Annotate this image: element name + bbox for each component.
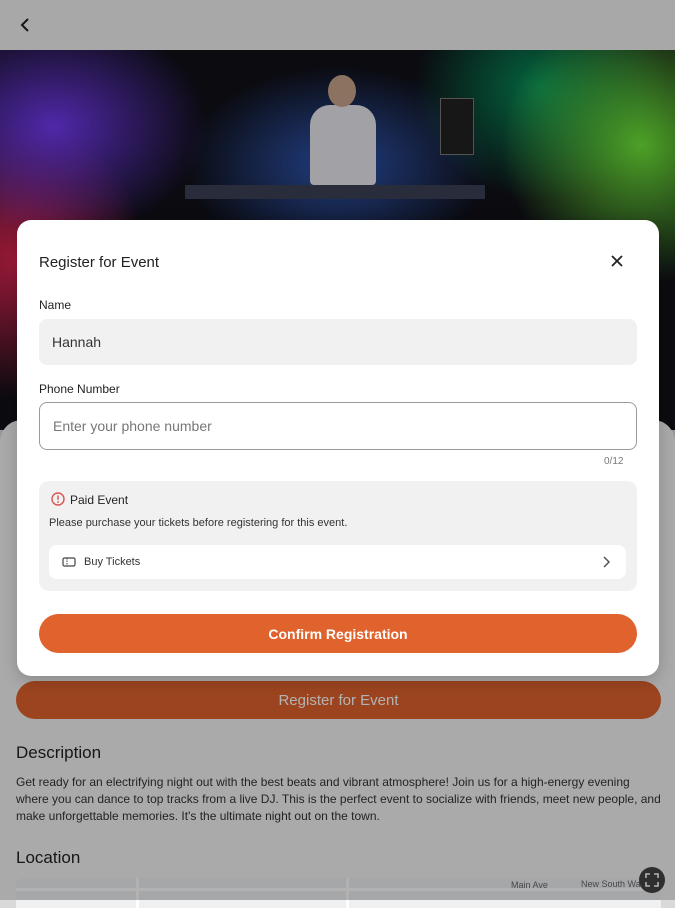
name-value: Hannah — [52, 334, 102, 350]
buy-tickets-label: Buy Tickets — [84, 556, 141, 568]
phone-number-input[interactable] — [39, 402, 637, 450]
chevron-right-icon — [603, 556, 611, 568]
close-icon — [611, 255, 623, 267]
name-label: Name — [39, 298, 72, 312]
phone-char-counter: 0/12 — [604, 456, 624, 467]
paid-event-notice: Paid Event Please purchase your tickets … — [39, 481, 637, 591]
register-modal: Register for Event Name Hannah Phone Num… — [17, 220, 659, 676]
confirm-registration-button[interactable]: Confirm Registration — [39, 614, 637, 653]
alert-circle-icon — [51, 492, 65, 506]
paid-event-title: Paid Event — [70, 493, 129, 507]
modal-title: Register for Event — [39, 254, 160, 271]
ticket-icon — [62, 557, 76, 567]
phone-label: Phone Number — [39, 382, 120, 396]
close-button[interactable] — [605, 249, 629, 273]
name-field[interactable]: Hannah — [39, 319, 637, 365]
paid-event-description: Please purchase your tickets before regi… — [49, 517, 348, 529]
buy-tickets-button[interactable]: Buy Tickets — [49, 545, 626, 579]
